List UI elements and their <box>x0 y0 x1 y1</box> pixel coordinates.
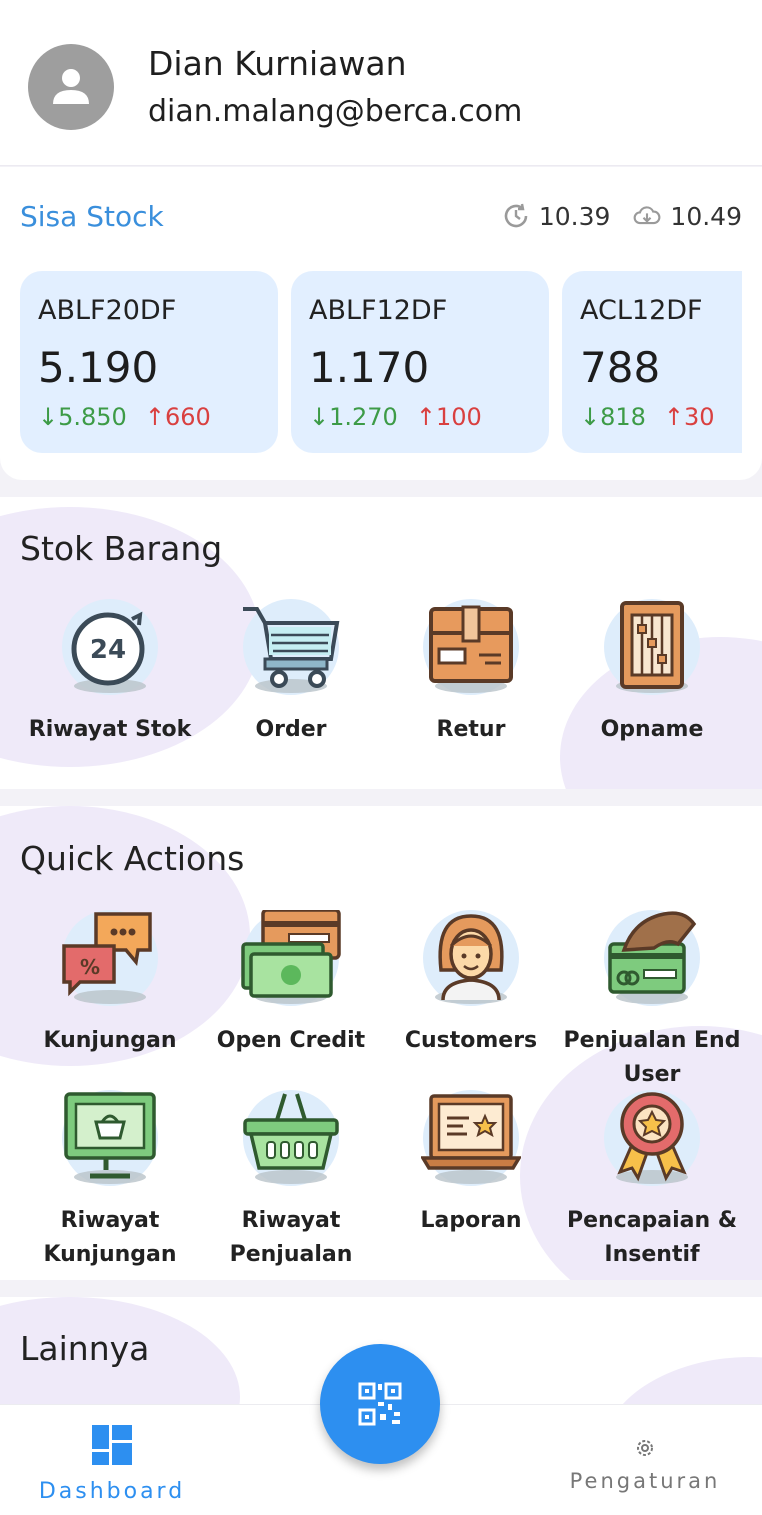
award-badge-icon <box>617 1092 687 1182</box>
last-update-time: 10.39 <box>538 201 611 231</box>
menu-label: Laporan <box>420 1208 522 1233</box>
chat-bubbles-icon: % <box>62 912 152 997</box>
sync-info: 10.39 10.49 <box>501 201 742 231</box>
box-icon <box>429 605 513 683</box>
svg-text:24: 24 <box>90 635 126 665</box>
menu-retur[interactable]: Retur <box>380 599 562 747</box>
stock-code: ABLF20DF <box>38 295 177 326</box>
menu-label: Customers <box>404 1028 538 1053</box>
user-email: dian.malang@berca.com <box>148 94 523 129</box>
stock-title: Sisa Stock <box>20 200 164 233</box>
menu-label: Order <box>255 717 327 742</box>
section-title: Quick Actions <box>20 839 245 878</box>
stock-in: ↑660 <box>144 403 211 431</box>
stok-barang-section: Stok Barang 24 Riwayat Stok Order Retur … <box>0 497 762 789</box>
laptop-report-icon <box>421 1094 521 1170</box>
menu-laporan[interactable]: Laporan <box>380 1090 562 1238</box>
basket-icon <box>243 1093 339 1170</box>
svg-text:%: % <box>80 955 100 979</box>
menu-riwayat-penjualan[interactable]: Riwayat Penjualan <box>200 1090 382 1272</box>
stock-out: ↓1.270 <box>309 403 398 431</box>
menu-label: Pencapaian & Insentif <box>566 1208 738 1267</box>
qr-code-icon <box>358 1382 402 1426</box>
avatar[interactable] <box>28 44 114 130</box>
stock-out: ↓818 <box>580 403 646 431</box>
stock-code: ACL12DF <box>580 295 703 326</box>
person-icon <box>53 69 89 104</box>
abacus-icon <box>620 601 684 689</box>
menu-order[interactable]: Order <box>200 599 382 747</box>
menu-label: Riwayat Penjualan <box>229 1208 353 1267</box>
dashboard-screen: Dian Kurniawan dian.malang@berca.com Sis… <box>0 0 762 1515</box>
history-24-icon: 24 <box>71 611 145 686</box>
stock-cards[interactable]: ABLF20DF 5.190 ↓5.850 ↑660 ABLF12DF 1.17… <box>20 271 742 453</box>
menu-customers[interactable]: Customers <box>380 910 562 1058</box>
stock-qty: 788 <box>580 343 661 392</box>
nav-label: Dashboard <box>38 1479 186 1504</box>
menu-opname[interactable]: Opname <box>561 599 743 747</box>
cloud-download-icon <box>634 206 661 225</box>
menu-penjualan-end-user[interactable]: Penjualan End User <box>561 910 743 1092</box>
stock-card[interactable]: ABLF12DF 1.170 ↓1.270 ↑100 <box>291 271 549 453</box>
stock-out: ↓5.850 <box>38 403 127 431</box>
quick-actions-section: Quick Actions % Kunjungan Open Credit Cu… <box>0 806 762 1280</box>
dashboard-icon <box>92 1425 132 1465</box>
section-title: Stok Barang <box>20 529 223 568</box>
customer-icon <box>438 914 504 1001</box>
section-title: Lainnya <box>20 1329 150 1368</box>
stock-card[interactable]: ABLF20DF 5.190 ↓5.850 ↑660 <box>20 271 278 453</box>
scan-qr-button[interactable] <box>320 1344 440 1464</box>
menu-open-credit[interactable]: Open Credit <box>200 910 382 1058</box>
nav-label: Pengaturan <box>569 1469 721 1493</box>
monitor-shop-icon <box>64 1092 156 1179</box>
menu-label: Riwayat Stok <box>28 717 192 742</box>
menu-label: Opname <box>600 717 704 742</box>
menu-pencapaian-insentif[interactable]: Pencapaian & Insentif <box>561 1090 743 1272</box>
menu-label: Open Credit <box>216 1028 366 1053</box>
last-sync-time: 10.49 <box>670 201 742 231</box>
stock-qty: 1.170 <box>309 343 430 392</box>
menu-riwayat-stok[interactable]: 24 Riwayat Stok <box>19 599 201 747</box>
user-name: Dian Kurniawan <box>148 44 407 83</box>
menu-label: Penjualan End User <box>563 1028 741 1087</box>
stock-code: ABLF12DF <box>309 295 448 326</box>
menu-label: Kunjungan <box>43 1028 177 1053</box>
nav-dashboard[interactable]: Dashboard <box>30 1425 194 1504</box>
menu-riwayat-kunjungan[interactable]: Riwayat Kunjungan <box>19 1090 201 1272</box>
stock-in: ↑30 <box>663 403 715 431</box>
nav-settings[interactable]: Pengaturan <box>560 1437 730 1493</box>
card-payment-icon <box>608 911 697 994</box>
stock-section: Sisa Stock 10.39 10.49 ABLF20DF 5.190 ↓5… <box>0 167 762 480</box>
cart-icon <box>243 607 340 688</box>
profile-header: Dian Kurniawan dian.malang@berca.com <box>0 0 762 166</box>
stock-card[interactable]: ACL12DF 788 ↓818 ↑30 <box>562 271 742 453</box>
money-card-icon <box>241 910 341 998</box>
menu-label: Retur <box>436 717 506 742</box>
clock-refresh-icon <box>504 203 528 228</box>
stock-qty: 5.190 <box>38 343 159 392</box>
stock-in: ↑100 <box>415 403 482 431</box>
menu-label: Riwayat Kunjungan <box>43 1208 177 1267</box>
menu-kunjungan[interactable]: % Kunjungan <box>19 910 201 1058</box>
gear-icon <box>637 1440 653 1456</box>
